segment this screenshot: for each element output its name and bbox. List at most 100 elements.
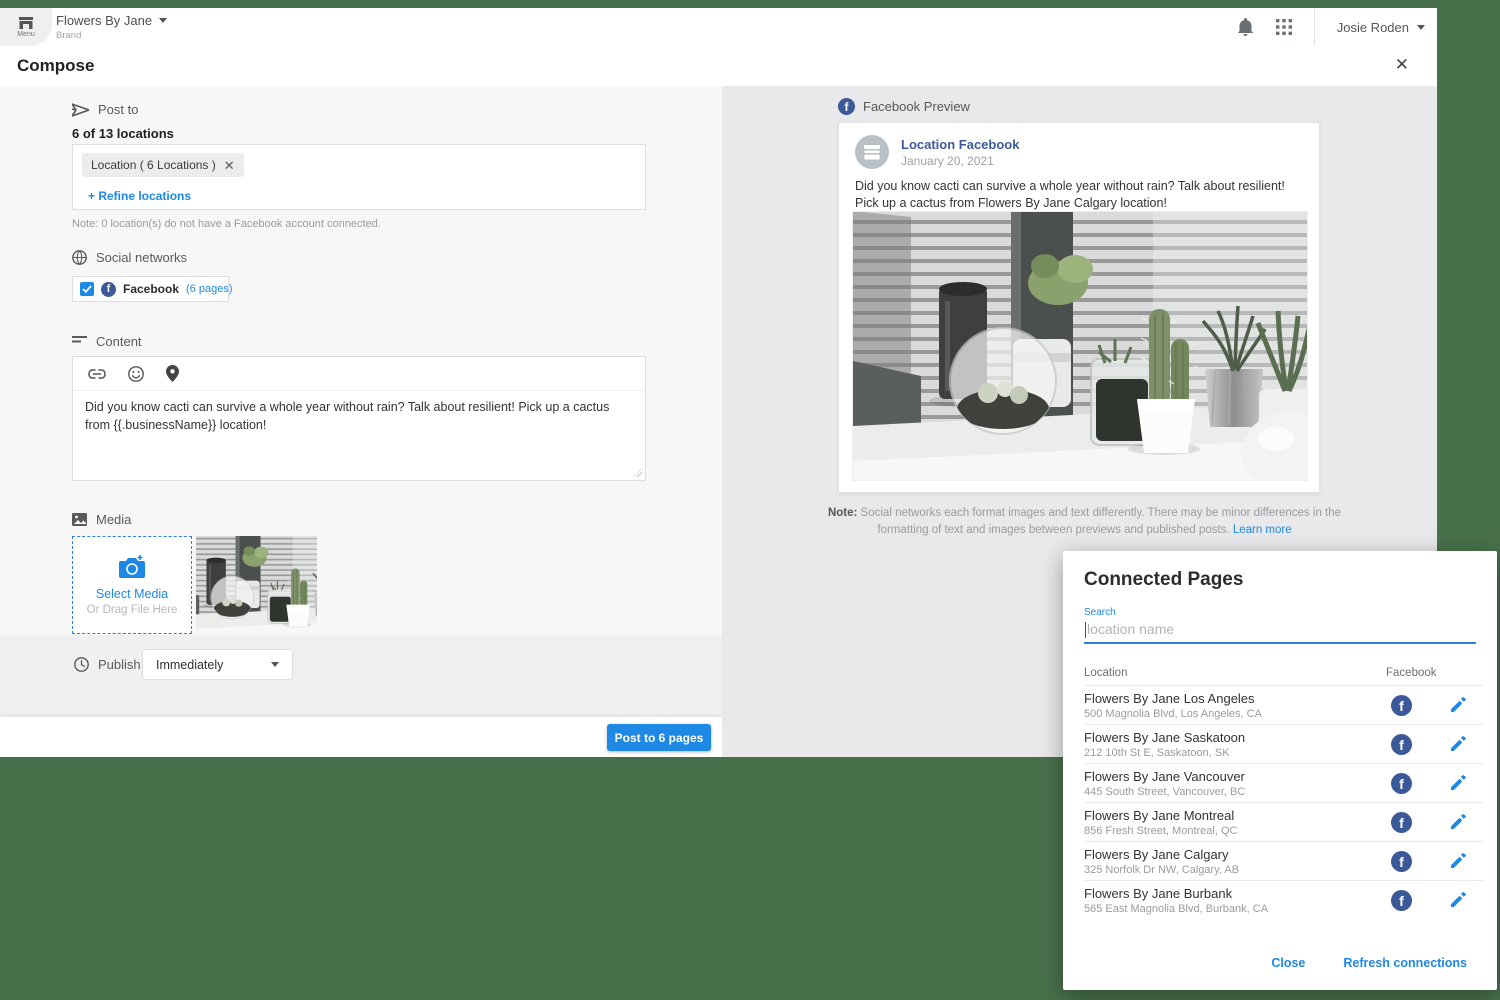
topbar-divider	[1314, 8, 1315, 46]
location-targeting-card: Location ( 6 Locations ) ✕ + Refine loca…	[72, 144, 646, 210]
avatar	[855, 135, 889, 169]
brand-subtitle: Brand	[56, 30, 167, 41]
chevron-down-icon	[271, 662, 279, 667]
note-prefix: Note:	[828, 507, 857, 519]
location-tag-button[interactable]	[166, 365, 179, 382]
insert-link-button[interactable]	[88, 369, 106, 379]
content-section-label: Content	[72, 334, 142, 349]
column-header-location: Location	[1084, 667, 1127, 679]
post-content-input[interactable]: Did you know cacti can survive a whole y…	[73, 391, 645, 480]
drag-file-label: Or Drag File Here	[87, 604, 178, 616]
chevron-down-icon	[1417, 25, 1425, 30]
column-header-facebook: Facebook	[1386, 667, 1437, 679]
edit-icon[interactable]	[1451, 814, 1466, 834]
search-input[interactable]	[1084, 618, 1476, 642]
brand-name: Flowers By Jane	[56, 13, 152, 28]
media-icon	[72, 513, 87, 526]
content-editor-card: Did you know cacti can survive a whole y…	[72, 356, 646, 481]
publish-schedule-select[interactable]: Immediately	[142, 649, 293, 680]
table-row: Flowers By Jane Saskatoon 212 10th St E,…	[1084, 724, 1484, 763]
location-name: Flowers By Jane Saskatoon	[1084, 730, 1245, 745]
remove-chip-icon[interactable]: ✕	[224, 159, 235, 172]
publish-section: Publish Immediately	[0, 635, 722, 717]
emoji-button[interactable]	[128, 366, 144, 382]
facebook-icon: f	[101, 282, 116, 297]
close-button[interactable]: Close	[1271, 956, 1305, 970]
storefront-icon	[863, 145, 881, 160]
edit-icon[interactable]	[1451, 775, 1466, 795]
bell-icon	[1237, 18, 1254, 36]
facebook-icon: f	[838, 98, 855, 115]
location-address: 445 South Street, Vancouver, BC	[1084, 786, 1245, 798]
table-row: Flowers By Jane Burbank 565 East Magnoli…	[1084, 880, 1484, 919]
facebook-pages-link[interactable]: (6 pages)	[186, 283, 232, 295]
media-section-label: Media	[72, 512, 131, 527]
facebook-icon[interactable]: f	[1391, 812, 1412, 833]
facebook-preview-label: Facebook Preview	[863, 99, 970, 114]
select-media-label: Select Media	[96, 587, 168, 601]
social-networks-section-label: Social networks	[72, 250, 187, 265]
publish-schedule-value: Immediately	[156, 658, 223, 672]
preview-post-image	[852, 211, 1308, 481]
location-address: 500 Magnolia Blvd, Los Angeles, CA	[1084, 708, 1262, 720]
textarea-resize-handle[interactable]	[633, 468, 642, 477]
facebook-checkbox[interactable]	[80, 282, 94, 296]
refresh-connections-button[interactable]: Refresh connections	[1343, 956, 1467, 970]
facebook-network-card: f Facebook (6 pages)	[72, 276, 229, 302]
location-group-chip[interactable]: Location ( 6 Locations ) ✕	[82, 153, 244, 177]
location-name: Flowers By Jane Los Angeles	[1084, 691, 1255, 706]
connection-note: Note: 0 location(s) do not have a Facebo…	[72, 218, 381, 230]
location-name: Flowers By Jane Vancouver	[1084, 769, 1245, 784]
location-name: Flowers By Jane Burbank	[1084, 886, 1232, 901]
table-row: Flowers By Jane Montreal 856 Fresh Stree…	[1084, 802, 1484, 841]
brand-selector[interactable]: Flowers By Jane Brand	[56, 13, 167, 41]
facebook-preview-card: Location Facebook January 20, 2021 Did y…	[838, 122, 1320, 493]
post-to-section-label: Post to	[72, 102, 138, 117]
edit-icon[interactable]	[1451, 736, 1466, 756]
table-row: Flowers By Jane Calgary 325 Norfolk Dr N…	[1084, 841, 1484, 880]
edit-icon[interactable]	[1451, 697, 1466, 717]
facebook-icon[interactable]: f	[1391, 695, 1412, 716]
clock-icon	[74, 657, 89, 672]
content-toolbar	[73, 357, 645, 391]
edit-icon[interactable]	[1451, 892, 1466, 912]
facebook-icon[interactable]: f	[1391, 773, 1412, 794]
post-button[interactable]: Post to 6 pages	[607, 724, 711, 751]
preview-date: January 20, 2021	[901, 154, 994, 168]
publish-label: Publish	[74, 657, 141, 672]
notifications-button[interactable]	[1237, 18, 1254, 36]
location-name: Flowers By Jane Montreal	[1084, 808, 1234, 823]
preview-page-name: Location Facebook	[901, 137, 1019, 152]
chevron-down-icon	[159, 18, 167, 23]
apps-grid-icon	[1276, 19, 1292, 35]
modal-footer: Close Refresh connections	[1271, 956, 1467, 970]
content-icon	[72, 336, 87, 347]
close-icon[interactable]: ✕	[1395, 55, 1409, 75]
locations-table: Flowers By Jane Los Angeles 500 Magnolia…	[1084, 685, 1484, 919]
top-bar: Menu Flowers By Jane Brand	[0, 8, 1437, 46]
location-address: 325 Norfolk Dr NW, Calgary, AB	[1084, 864, 1239, 876]
media-thumbnail[interactable]	[196, 536, 317, 634]
user-name: Josie Roden	[1337, 20, 1409, 35]
connected-pages-modal: Connected Pages Search Location Facebook…	[1063, 551, 1497, 990]
select-media-dropzone[interactable]: Select Media Or Drag File Here	[72, 536, 192, 634]
compose-footer: Post to 6 pages	[0, 717, 722, 757]
refine-locations-link[interactable]: + Refine locations	[88, 189, 191, 203]
location-address: 856 Fresh Street, Montreal, QC	[1084, 825, 1237, 837]
facebook-icon[interactable]: f	[1391, 851, 1412, 872]
compose-form-pane: Post to 6 of 13 locations Location ( 6 L…	[0, 86, 722, 757]
apps-button[interactable]	[1276, 19, 1292, 35]
learn-more-link[interactable]: Learn more	[1233, 524, 1292, 536]
facebook-icon[interactable]: f	[1391, 734, 1412, 755]
user-menu[interactable]: Josie Roden	[1337, 20, 1425, 35]
facebook-icon[interactable]: f	[1391, 890, 1412, 911]
compose-header: Compose ✕	[0, 46, 1437, 86]
locations-count: 6 of 13 locations	[72, 126, 174, 141]
link-icon	[88, 369, 106, 379]
menu-button[interactable]: Menu	[0, 8, 52, 46]
search-field-wrap	[1084, 618, 1476, 644]
edit-icon[interactable]	[1451, 853, 1466, 873]
camera-icon	[118, 554, 146, 578]
modal-title: Connected Pages	[1084, 569, 1243, 591]
emoji-icon	[128, 366, 144, 382]
